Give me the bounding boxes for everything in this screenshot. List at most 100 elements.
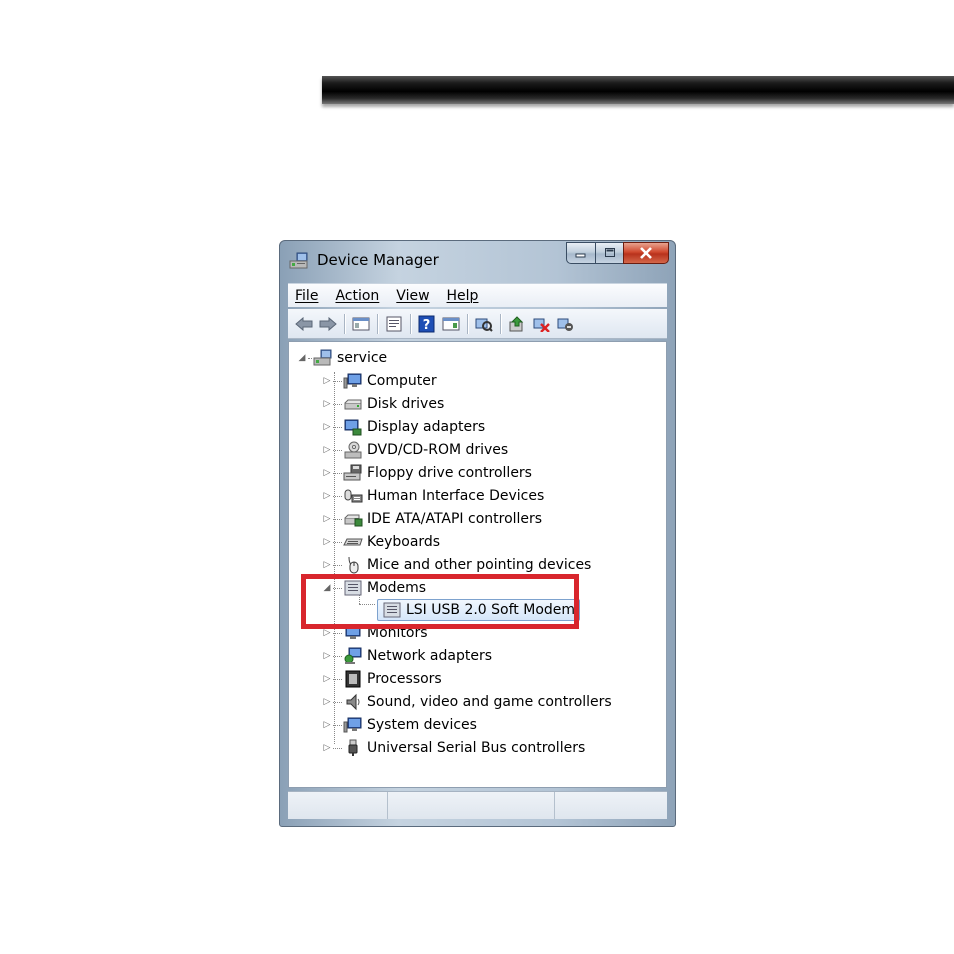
tree-item-label: Floppy drive controllers (367, 465, 532, 481)
expand-arrow-icon[interactable]: ▷ (322, 490, 332, 502)
expand-arrow-icon[interactable]: ▷ (322, 719, 332, 731)
tree-item-hid[interactable]: ▷ Human Interface Devices (322, 485, 545, 507)
tree-item-floppy-controllers[interactable]: ▷ Floppy drive controllers (322, 462, 532, 484)
tree-item-mice[interactable]: ▷ Mice and other pointing devices (322, 554, 591, 576)
tree-item-dvd-cdrom[interactable]: ▷ DVD/CD-ROM drives (322, 439, 508, 461)
hid-icon (344, 489, 363, 503)
expand-arrow-icon[interactable]: ▷ (322, 559, 332, 571)
expand-arrow-icon[interactable]: ▷ (322, 742, 332, 754)
tree-item-system-devices[interactable]: ▷ System devices (322, 714, 477, 736)
expand-arrow-icon[interactable]: ▷ (322, 536, 332, 548)
highlight-annotation (301, 574, 579, 629)
tree-item-keyboards[interactable]: ▷ Keyboards (322, 531, 441, 553)
disable-device-button[interactable] (555, 314, 575, 334)
tree-dots (333, 541, 342, 543)
tree-dots (333, 380, 342, 382)
floppy-controller-icon (343, 464, 362, 481)
tree-dots (333, 724, 342, 726)
tree-item-computer[interactable]: ▷ Computer (322, 370, 437, 392)
tree-item-label: System devices (367, 717, 477, 733)
properties-button[interactable] (384, 314, 404, 334)
help-button[interactable]: ? (417, 314, 437, 334)
computer-root-icon (313, 349, 332, 366)
tree-dots (308, 357, 312, 359)
expand-arrow-icon[interactable]: ▷ (322, 398, 332, 410)
toolbar-separator (500, 313, 501, 334)
tree-item-display-adapters[interactable]: ▷ Display adapters (322, 416, 485, 438)
tree-item-label: Display adapters (367, 419, 486, 435)
menu-view[interactable]: View (396, 288, 429, 304)
help-icon: ? (418, 315, 435, 333)
minimize-button[interactable] (566, 242, 595, 264)
expand-arrow-icon[interactable]: ▷ (322, 375, 332, 387)
scan-hardware-icon (475, 318, 493, 332)
collapse-arrow-icon[interactable]: ◢ (297, 352, 307, 364)
toolbar-separator (377, 313, 378, 334)
minimize-icon (575, 253, 586, 258)
back-button[interactable] (294, 314, 314, 334)
system-device-icon (343, 717, 362, 733)
tree-item-usb-controllers[interactable]: ▷ Universal Serial Bus controllers (322, 737, 585, 759)
tree-item-sound-video-game[interactable]: ▷ Sound, video and game controllers (322, 691, 612, 713)
tree-item-disk-drives[interactable]: ▷ Disk drives (322, 393, 445, 415)
device-tree[interactable]: ◢ service ▷ Computer ▷ Disk drives ▷ Dis… (288, 341, 667, 788)
update-driver-icon (509, 315, 524, 331)
uninstall-icon (533, 318, 550, 332)
tree-root-node[interactable]: ◢ service (297, 347, 387, 369)
tree-dots (333, 449, 342, 451)
menu-file[interactable]: File (295, 288, 318, 304)
caption-buttons (566, 242, 669, 264)
expand-arrow-icon[interactable]: ▷ (322, 444, 332, 456)
expand-arrow-icon[interactable]: ▷ (322, 421, 332, 433)
processor-icon (345, 670, 361, 688)
expand-arrow-icon[interactable]: ▷ (322, 650, 332, 662)
tree-item-label: DVD/CD-ROM drives (367, 442, 509, 458)
usb-plug-icon (348, 739, 358, 756)
expand-arrow-icon[interactable]: ▷ (322, 673, 332, 685)
tree-dots (333, 747, 342, 749)
device-manager-window: Device Manager File Action View Help ? ◢… (279, 240, 676, 827)
properties-icon (386, 316, 402, 331)
toolbar: ? (288, 309, 667, 339)
tree-dots (333, 655, 342, 657)
tree-item-ide-controllers[interactable]: ▷ IDE ATA/ATAPI controllers (322, 508, 543, 530)
tree-item-label: Keyboards (367, 534, 441, 550)
update-driver-button[interactable] (507, 314, 527, 334)
forward-button[interactable] (318, 314, 338, 334)
menu-help[interactable]: Help (447, 288, 479, 304)
toolbar-separator (410, 313, 411, 334)
tree-dots (333, 472, 342, 474)
status-pane (555, 792, 667, 819)
dvd-drive-icon (344, 441, 362, 459)
tree-root-label: service (337, 350, 388, 366)
status-pane (288, 792, 388, 819)
toolbar-separator (344, 313, 345, 334)
menu-action[interactable]: Action (335, 288, 379, 304)
uninstall-device-button[interactable] (531, 314, 551, 334)
close-button[interactable] (623, 242, 669, 264)
tree-item-label: Human Interface Devices (367, 488, 545, 504)
decorative-header-bar (322, 76, 954, 104)
maximize-button[interactable] (595, 242, 623, 264)
tree-dots (333, 403, 342, 405)
tree-item-processors[interactable]: ▷ Processors (322, 668, 442, 690)
mouse-icon (348, 556, 359, 574)
title-bar[interactable]: Device Manager (280, 241, 675, 279)
expand-arrow-icon[interactable]: ▷ (322, 467, 332, 479)
expand-arrow-icon[interactable]: ▷ (322, 696, 332, 708)
tree-item-label: Universal Serial Bus controllers (367, 740, 586, 756)
svg-text:?: ? (423, 318, 431, 333)
status-bar (288, 791, 667, 819)
expand-arrow-icon[interactable]: ▷ (322, 513, 332, 525)
menu-bar: File Action View Help (288, 283, 667, 307)
maximize-icon (604, 248, 615, 257)
disable-device-icon (557, 318, 573, 331)
action-pane-icon (442, 317, 460, 330)
network-adapter-icon (344, 647, 362, 664)
tree-item-network-adapters[interactable]: ▷ Network adapters (322, 645, 492, 667)
show-hide-console-tree-button[interactable] (351, 314, 371, 334)
tree-item-label: Disk drives (367, 396, 445, 412)
scan-hardware-button[interactable] (474, 314, 494, 334)
toolbar-separator (467, 313, 468, 334)
show-hide-action-pane-button[interactable] (441, 314, 461, 334)
